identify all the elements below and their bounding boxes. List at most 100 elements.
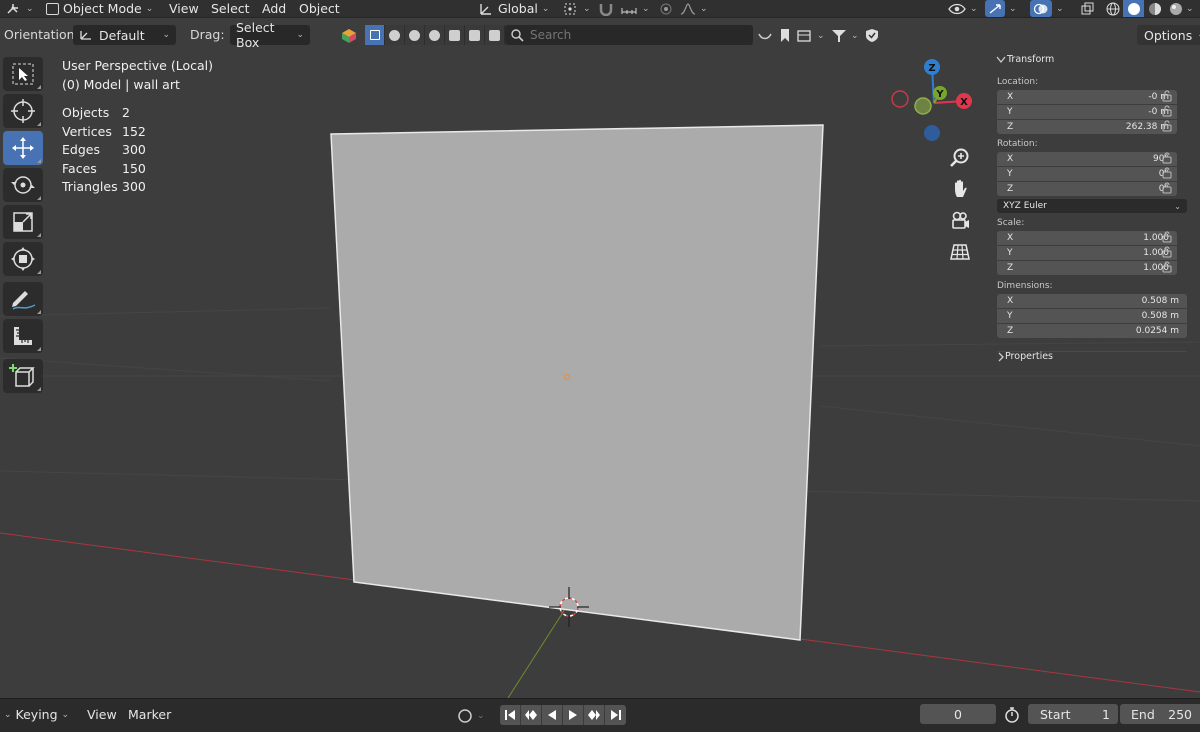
rotation-mode-dropdown[interactable]: XYZ Euler ⌄ — [997, 199, 1187, 213]
empty-filter-icon[interactable] — [485, 25, 505, 45]
play-button[interactable] — [563, 705, 584, 725]
annotate-tool[interactable] — [3, 282, 43, 316]
dimensions-z-field[interactable]: Z 0.0254 m — [997, 324, 1187, 338]
rotation-y-field[interactable]: Y 0° — [997, 167, 1177, 181]
add-cube-tool[interactable] — [3, 359, 43, 393]
menu-select[interactable]: Select — [211, 0, 250, 17]
surface-filter-icon[interactable] — [405, 25, 425, 45]
menu-object[interactable]: Object — [299, 0, 340, 17]
lock-icon[interactable] — [1162, 246, 1172, 258]
measure-tool[interactable] — [3, 319, 43, 353]
location-z-field[interactable]: Z 262.38 m — [997, 120, 1177, 134]
select-box-tool[interactable] — [3, 57, 43, 91]
zoom-button[interactable] — [946, 144, 974, 172]
play-reverse-button[interactable] — [542, 705, 563, 725]
move-tool[interactable] — [3, 131, 43, 165]
orientation-dropdown[interactable]: Default ⌄ — [73, 25, 176, 45]
rotate-tool[interactable] — [3, 168, 43, 202]
location-x-field[interactable]: X -0 m — [997, 90, 1177, 104]
bookmark-toggle[interactable] — [779, 27, 791, 44]
menu-view[interactable]: View — [169, 0, 199, 17]
menu-add[interactable]: Add — [262, 0, 286, 17]
search-input[interactable] — [530, 28, 730, 42]
lock-icon[interactable] — [1162, 152, 1172, 164]
transform-title[interactable]: Transform — [1007, 54, 1054, 65]
falloff-dropdown[interactable]: ⌄ — [680, 0, 708, 17]
visibility-dropdown[interactable]: ⌄ — [948, 0, 978, 17]
lock-icon[interactable] — [1162, 90, 1172, 102]
editor-type-button[interactable]: ⌄ — [6, 0, 34, 17]
timeline-menu-marker[interactable]: Marker — [128, 707, 171, 722]
pan-button[interactable] — [946, 175, 974, 203]
gizmo-neg-y-icon[interactable] — [914, 97, 932, 115]
next-keyframe-button[interactable] — [584, 705, 605, 725]
transform-tool[interactable] — [3, 242, 43, 276]
camera-view-button[interactable] — [946, 207, 974, 235]
wall-art-plane[interactable] — [330, 124, 824, 641]
collapse-toggle[interactable] — [757, 27, 773, 44]
lock-icon[interactable] — [1162, 261, 1172, 273]
search-field[interactable] — [505, 25, 753, 45]
lock-icon[interactable] — [1162, 120, 1172, 132]
options-dropdown[interactable]: Options ⌄ — [1137, 25, 1200, 45]
filter-dropdown[interactable]: ⌄ — [831, 27, 859, 44]
scale-x-field[interactable]: X 1.000 — [997, 231, 1177, 245]
end-frame-field[interactable]: End 250 — [1120, 704, 1200, 724]
armature-filter-icon[interactable] — [445, 25, 465, 45]
jump-start-button[interactable] — [500, 705, 521, 725]
prev-keyframe-button[interactable] — [521, 705, 542, 725]
overlays-toggle[interactable]: ⌄ — [1030, 0, 1064, 17]
preview-range-toggle[interactable] — [1004, 706, 1020, 723]
lock-icon[interactable] — [1162, 105, 1172, 117]
cursor-target-icon — [11, 99, 35, 123]
lock-icon[interactable] — [1162, 231, 1172, 243]
drag-dropdown[interactable]: Select Box ⌄ — [230, 20, 310, 50]
pivot-point-dropdown[interactable]: ⌄ — [563, 0, 591, 17]
timeline-menu-view[interactable]: View — [87, 707, 117, 722]
rotation-x-field[interactable]: X 90° — [997, 152, 1177, 166]
gizmo-toggle[interactable]: ⌄ — [985, 0, 1017, 17]
rendered-shading-icon[interactable] — [1165, 0, 1186, 17]
mode-dropdown[interactable]: Object Mode ⌄ — [46, 0, 153, 17]
scale-z-field[interactable]: Z 1.000 — [997, 261, 1177, 275]
meta-filter-icon[interactable] — [425, 25, 445, 45]
lock-icon[interactable] — [1162, 167, 1172, 179]
properties-title[interactable]: Properties — [1005, 351, 1053, 362]
snap-toggle[interactable] — [598, 0, 614, 17]
sort-dropdown[interactable]: ⌄ — [797, 27, 825, 44]
object-types-toggle[interactable] — [341, 27, 357, 44]
stat-label: Triangles — [62, 179, 118, 194]
mesh-filter-icon[interactable] — [365, 25, 385, 45]
chevron-down-icon[interactable]: ⌄ — [1186, 4, 1194, 14]
move-arrows-icon — [12, 137, 34, 159]
dimensions-x-field[interactable]: X 0.508 m — [997, 294, 1187, 308]
wireframe-shading-icon[interactable] — [1102, 0, 1123, 17]
dimensions-y-field[interactable]: Y 0.508 m — [997, 309, 1187, 323]
material-shading-icon[interactable] — [1144, 0, 1165, 17]
lock-icon[interactable] — [1162, 182, 1172, 194]
navigation-gizmo[interactable]: Z Y X — [888, 55, 978, 145]
restrict-toggle[interactable] — [865, 27, 879, 44]
keying-dropdown[interactable]: ⌄ Keying ⌄ — [4, 706, 69, 723]
proportional-editing-toggle[interactable] — [658, 0, 674, 17]
lattice-filter-icon[interactable] — [465, 25, 485, 45]
gizmo-neg-z-icon[interactable] — [924, 125, 940, 141]
rotation-z-field[interactable]: Z 0° — [997, 182, 1177, 196]
auto-keying-toggle[interactable]: ⌄ — [457, 707, 485, 724]
cursor-tool[interactable] — [3, 94, 43, 128]
location-y-field[interactable]: Y -0 m — [997, 105, 1177, 119]
current-frame-field[interactable]: 0 — [920, 704, 996, 724]
collapse-chevron-icon[interactable] — [996, 56, 1006, 64]
jump-end-button[interactable] — [605, 705, 626, 725]
expand-chevron-icon[interactable] — [997, 352, 1005, 362]
scale-tool[interactable] — [3, 205, 43, 239]
projection-toggle-button[interactable] — [946, 238, 974, 266]
transform-orientation-dropdown[interactable]: Global ⌄ — [478, 0, 549, 17]
scale-y-field[interactable]: Y 1.000 — [997, 246, 1177, 260]
start-frame-field[interactable]: Start 1 — [1028, 704, 1118, 724]
gizmo-neg-x-icon[interactable] — [891, 90, 909, 108]
snap-target-dropdown[interactable]: ⌄ — [620, 0, 650, 17]
curve-filter-icon[interactable] — [385, 25, 405, 45]
solid-shading-icon[interactable] — [1123, 0, 1144, 17]
xray-toggle[interactable] — [1080, 0, 1096, 17]
